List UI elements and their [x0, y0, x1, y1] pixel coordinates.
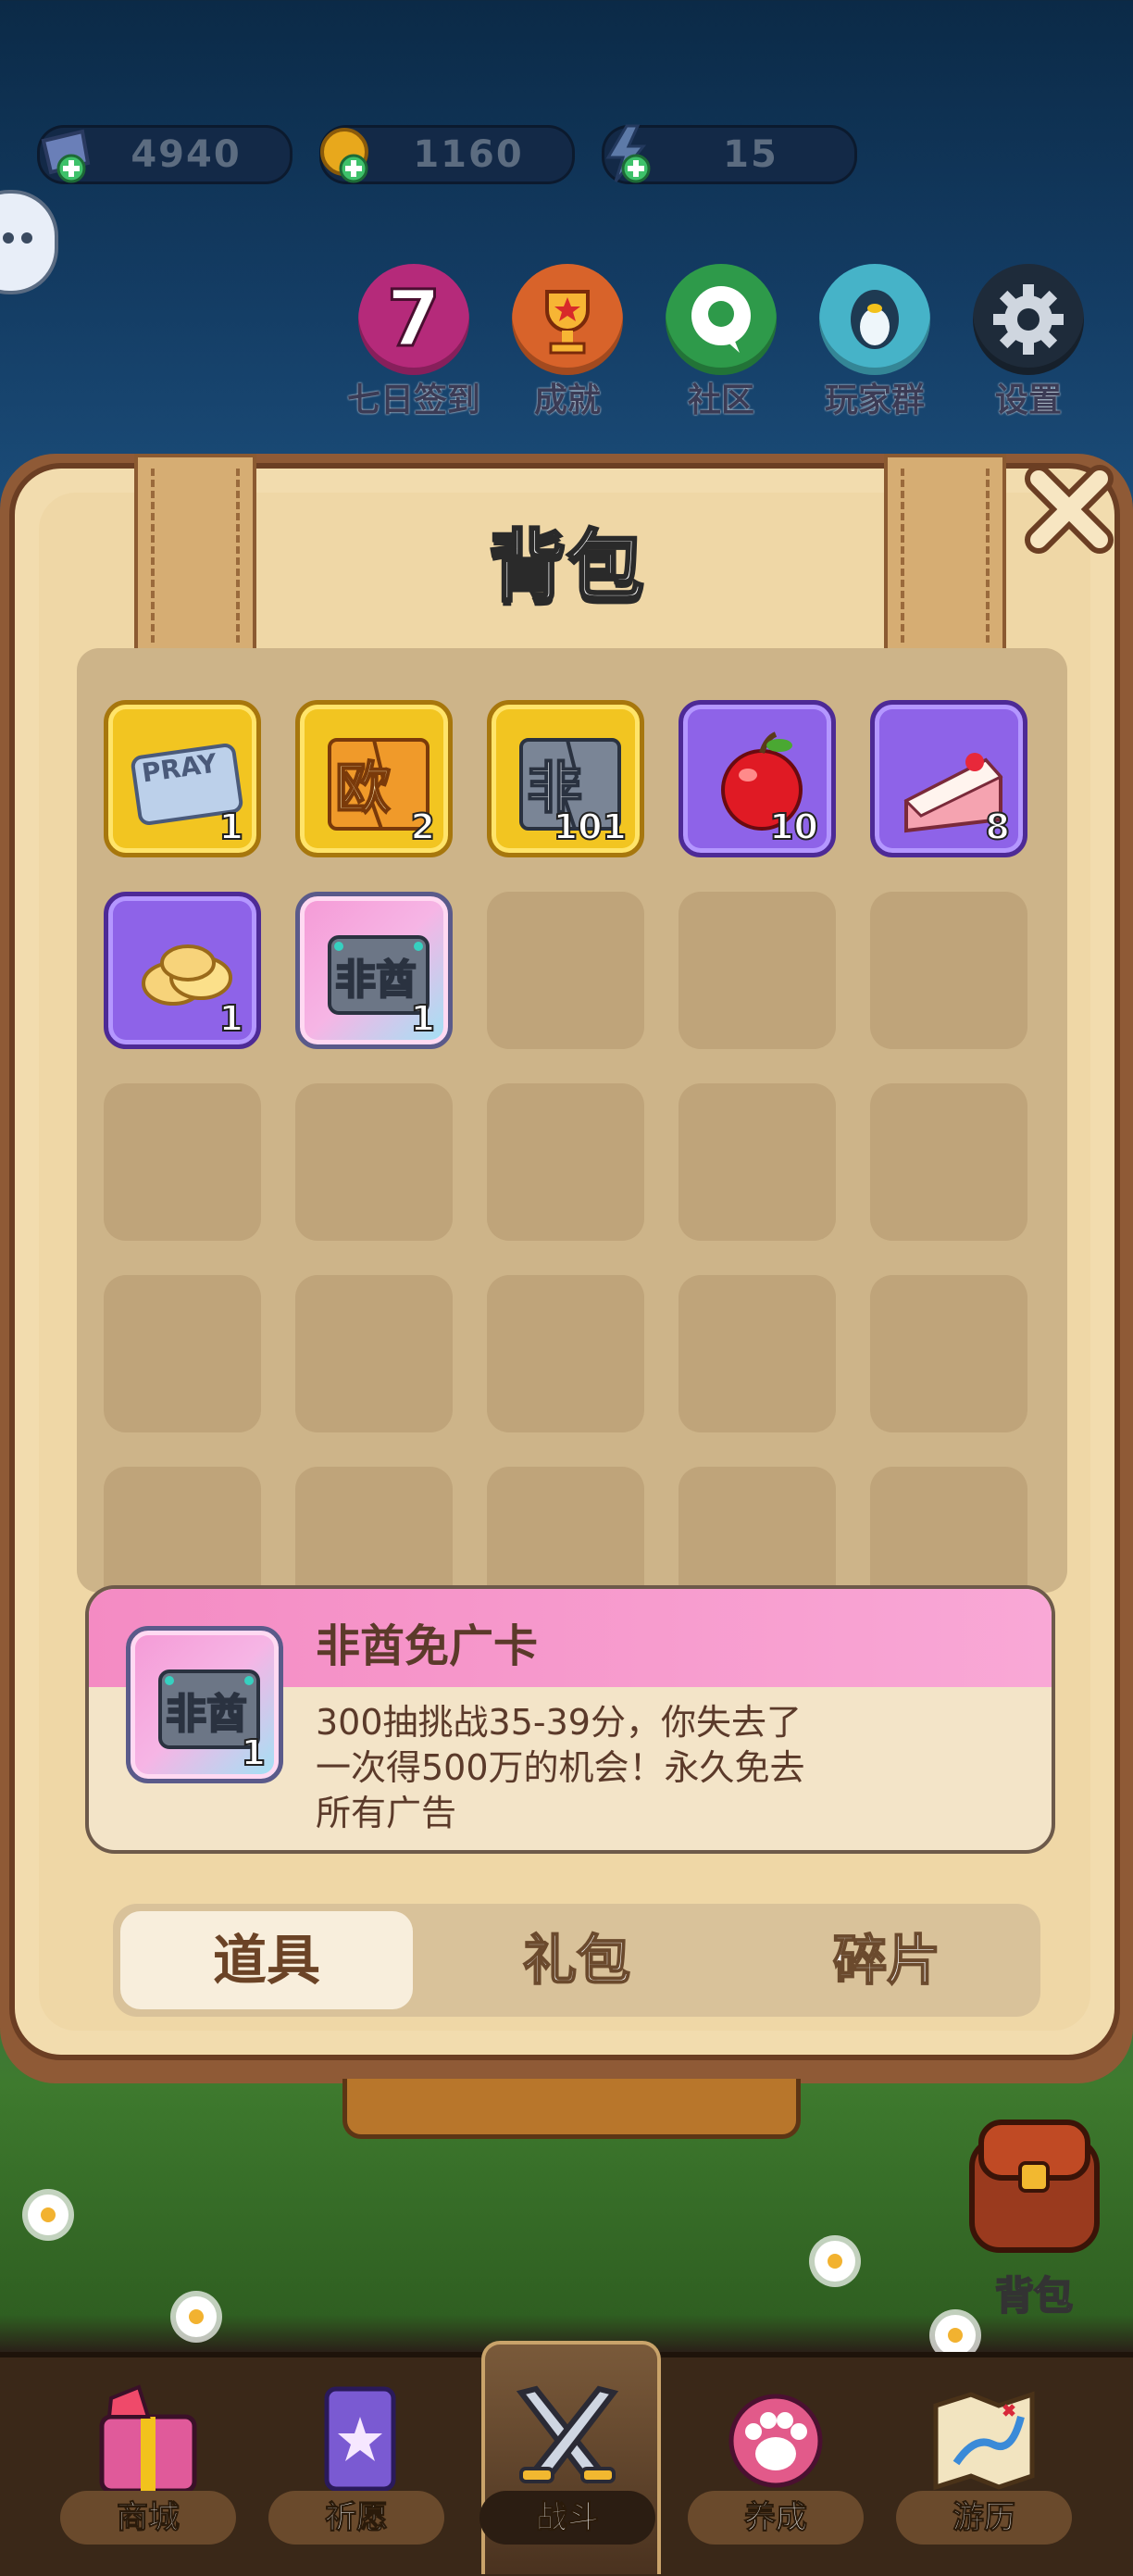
- nav-travel[interactable]: 游历: [896, 2380, 1072, 2565]
- flower-decoration: [176, 2296, 217, 2337]
- nav-travel-label: 游历: [896, 2491, 1072, 2545]
- item-detail-card: 非酋 1 非酋免广卡 300抽挑战35-39分，你失去了一次得500万的机会！永…: [85, 1585, 1055, 1854]
- energy-counter[interactable]: 15: [602, 124, 857, 184]
- item-qty: 10: [768, 806, 819, 848]
- diamond-value: 4940: [131, 133, 242, 176]
- tarot-card-icon: [324, 2386, 396, 2492]
- empty-slot[interactable]: [679, 892, 836, 1049]
- empty-slot[interactable]: [870, 1467, 1027, 1593]
- panel-title: 背包: [487, 520, 645, 614]
- nav-pray[interactable]: 祈愿: [268, 2380, 444, 2565]
- item-detail-description: 300抽挑战35-39分，你失去了一次得500万的机会！永久免去所有广告: [316, 1702, 805, 1833]
- nav-battle-label: 战斗: [479, 2491, 655, 2545]
- item-detail-thumb: 非酋 1: [126, 1626, 283, 1783]
- item-chips[interactable]: 1: [104, 892, 261, 1049]
- empty-slot[interactable]: [870, 892, 1027, 1049]
- item-qty: 1: [218, 997, 244, 1040]
- tab-gift-packs[interactable]: 礼包: [430, 1911, 723, 2009]
- gear-icon: [973, 264, 1084, 375]
- sign-in-badge: 7: [385, 272, 442, 366]
- flower-decoration: [28, 2195, 68, 2235]
- paw-icon: [728, 2394, 823, 2488]
- crossed-swords-icon: [516, 2385, 619, 2484]
- coin-value: 1160: [413, 133, 524, 176]
- empty-slot[interactable]: [104, 1083, 261, 1241]
- penguin-icon: [819, 264, 930, 375]
- nav-shop-label: 商城: [60, 2491, 236, 2545]
- close-icon: [1025, 465, 1114, 554]
- coin-icon: [320, 128, 368, 183]
- nav-shop[interactable]: 商城: [60, 2380, 236, 2565]
- backpack-icon[interactable]: [953, 2111, 1115, 2269]
- empty-slot[interactable]: [679, 1467, 836, 1593]
- energy-value: 15: [723, 133, 778, 176]
- item-cake[interactable]: 8: [870, 700, 1027, 857]
- empty-slot[interactable]: [487, 1275, 644, 1432]
- tab-fragments[interactable]: 碎片: [741, 1911, 1033, 2009]
- empty-slot[interactable]: [870, 1275, 1027, 1432]
- chat-bubble-button[interactable]: [0, 190, 58, 294]
- item-qty: 8: [985, 806, 1011, 848]
- diamond-icon: [41, 129, 91, 183]
- menu-player-group[interactable]: 玩家群: [805, 264, 944, 421]
- tab-items[interactable]: 道具: [120, 1911, 413, 2009]
- empty-slot[interactable]: [104, 1467, 261, 1593]
- menu-achievement-label: 成就: [533, 381, 601, 419]
- menu-community[interactable]: 社区: [652, 264, 791, 421]
- menu-settings[interactable]: 设置: [959, 264, 1098, 421]
- nav-battle[interactable]: 战斗: [479, 2380, 655, 2565]
- empty-slot[interactable]: [104, 1275, 261, 1432]
- empty-slot[interactable]: [295, 1083, 453, 1241]
- backpack-button-label: 背包: [994, 2272, 1074, 2320]
- item-apple[interactable]: 10: [679, 700, 836, 857]
- category-tabs: 道具 礼包 碎片: [113, 1904, 1040, 2017]
- empty-slot[interactable]: [870, 1083, 1027, 1241]
- empty-slot[interactable]: [487, 892, 644, 1049]
- menu-sign-in[interactable]: 7 七日签到: [344, 264, 483, 421]
- empty-slot[interactable]: [487, 1083, 644, 1241]
- item-ou-card-shard[interactable]: 欧 2: [295, 700, 453, 857]
- menu-player-group-label: 玩家群: [824, 381, 925, 419]
- ou-card-text: 欧: [334, 756, 392, 822]
- empty-slot[interactable]: [295, 1467, 453, 1593]
- diamond-counter[interactable]: 4940: [37, 125, 293, 184]
- map-icon: [933, 2391, 1035, 2491]
- flower-decoration: [815, 2241, 855, 2282]
- item-qty: 1: [218, 806, 244, 848]
- close-button[interactable]: [1018, 458, 1120, 560]
- empty-slot[interactable]: [679, 1083, 836, 1241]
- item-pray-ticket[interactable]: PRAY 1: [104, 700, 261, 857]
- item-qty: 2: [410, 806, 436, 848]
- nav-cultivate-label: 养成: [688, 2491, 864, 2545]
- menu-community-label: 社区: [687, 381, 754, 419]
- gift-shop-icon: [99, 2384, 197, 2494]
- empty-slot[interactable]: [679, 1275, 836, 1432]
- item-feiyou-ad-card[interactable]: 非酋 1: [295, 892, 453, 1049]
- empty-slot[interactable]: [295, 1275, 453, 1432]
- empty-slot[interactable]: [487, 1467, 644, 1593]
- calendar-seven-icon: 7: [358, 264, 469, 375]
- chat-icon: [666, 264, 777, 375]
- item-detail-name: 非酋免广卡: [316, 1620, 539, 1672]
- lightning-icon: [605, 124, 651, 183]
- chat-face-icon: [3, 232, 32, 244]
- trophy-icon: [512, 264, 623, 375]
- menu-sign-in-label: 七日签到: [346, 381, 480, 419]
- item-qty: 1: [410, 997, 436, 1040]
- item-qty: 101: [553, 806, 628, 848]
- flower-decoration: [935, 2315, 976, 2356]
- nav-cultivate[interactable]: 养成: [688, 2380, 864, 2565]
- item-detail-qty: 1: [241, 1732, 267, 1774]
- item-grid: PRAY 1 欧 2 非 101 10 8 1 非酋 1: [77, 648, 1067, 1593]
- coin-counter[interactable]: 1160: [319, 125, 575, 184]
- battle-platform: [342, 2079, 801, 2139]
- menu-settings-label: 设置: [994, 381, 1062, 419]
- detail-card-text: 非酋: [165, 1690, 248, 1739]
- item-fei-card-shard[interactable]: 非 101: [487, 700, 644, 857]
- nav-pray-label: 祈愿: [268, 2491, 444, 2545]
- feiyou-card-text: 非酋: [334, 956, 417, 1005]
- menu-achievement[interactable]: 成就: [498, 264, 637, 421]
